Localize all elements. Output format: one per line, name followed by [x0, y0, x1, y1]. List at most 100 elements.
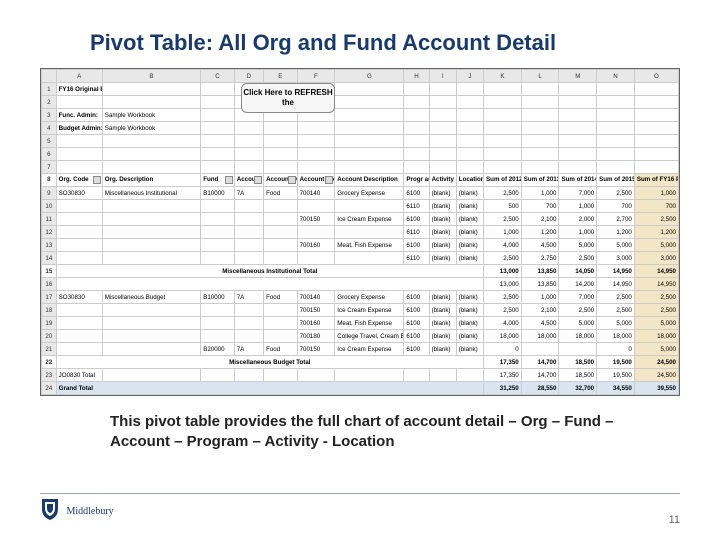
value-cell: 24,500 [634, 369, 678, 382]
value-cell: 7,000 [559, 291, 597, 304]
value-cell: 4,500 [521, 317, 559, 330]
value-cell: 700 [521, 200, 559, 213]
value-cell: 2,500 [484, 213, 522, 226]
col-header: O [634, 70, 678, 83]
table-cell: SO30830 [56, 187, 102, 200]
table-cell: 6100 [404, 343, 429, 356]
pivot-header[interactable]: Account Code [297, 174, 335, 187]
logo-text: Middlebury [66, 506, 113, 517]
table-cell: 6100 [404, 213, 429, 226]
value-cell: 5,000 [634, 239, 678, 252]
table-cell [264, 252, 298, 265]
pivot-header[interactable]: Account Type [234, 174, 263, 187]
value-cell: 1,000 [559, 200, 597, 213]
value-cell: 4,000 [484, 239, 522, 252]
table-cell: Grocery Expense [335, 291, 404, 304]
value-cell: 5,000 [597, 239, 635, 252]
col-header: N [597, 70, 635, 83]
col-header: C [201, 70, 235, 83]
table-cell [264, 330, 298, 343]
table-cell: 6110 [404, 226, 429, 239]
refresh-button[interactable]: Click Here to REFRESH the [241, 83, 335, 113]
value-cell: 3,000 [597, 252, 635, 265]
value-cell: 2,100 [521, 213, 559, 226]
value-cell: 0 [597, 343, 635, 356]
value-cell: 2,000 [559, 213, 597, 226]
pivot-header[interactable]: Fund [201, 174, 235, 187]
pivot-header: Sum of 2014 Year Adjusted [559, 174, 597, 187]
table-cell: 700150 [297, 213, 335, 226]
table-cell: (blank) [456, 343, 483, 356]
value-cell: 2,500 [634, 291, 678, 304]
footer-rule [40, 493, 680, 494]
value-cell: 13,000 [484, 278, 522, 291]
value-cell: 2,500 [484, 252, 522, 265]
table-cell: (blank) [429, 213, 456, 226]
value-cell [559, 343, 597, 356]
pivot-header: Sum of FY16 PROPOSED Budget [634, 174, 678, 187]
table-cell [56, 317, 102, 330]
value-cell: 1,000 [484, 226, 522, 239]
table-cell: (blank) [456, 213, 483, 226]
value-cell: 1,200 [634, 226, 678, 239]
value-cell: 1,000 [521, 187, 559, 200]
table-cell [201, 200, 235, 213]
value-cell: 14,050 [559, 265, 597, 278]
table-cell [297, 252, 335, 265]
pivot-header: Account Description [335, 174, 404, 187]
value-cell: 14,200 [559, 278, 597, 291]
value-cell: 2,100 [521, 304, 559, 317]
value-cell: 14,950 [634, 265, 678, 278]
pivot-header[interactable]: Org. Code [56, 174, 102, 187]
table-cell [335, 200, 404, 213]
value-cell: 18,000 [559, 330, 597, 343]
table-cell [234, 213, 263, 226]
grand-total-label: Grand Total [56, 382, 483, 395]
table-cell: (blank) [429, 304, 456, 317]
table-cell: Ice Cream Expense [335, 343, 404, 356]
table-cell [264, 226, 298, 239]
table-cell [201, 304, 235, 317]
table-cell: (blank) [456, 200, 483, 213]
value-cell: 17,350 [484, 369, 522, 382]
table-cell [234, 239, 263, 252]
table-cell: (blank) [429, 317, 456, 330]
col-header: F [297, 70, 335, 83]
value-cell: 2,500 [597, 304, 635, 317]
pivot-table: ABCDEFGHIJKLMNO1FY16 Original Budget Pro… [41, 69, 679, 395]
table-cell: (blank) [456, 304, 483, 317]
table-cell [234, 304, 263, 317]
value-cell: 2,500 [597, 187, 635, 200]
col-header: M [559, 70, 597, 83]
value-cell: 32,700 [559, 382, 597, 395]
pivot-header[interactable]: Account Descripti [264, 174, 298, 187]
table-cell: Food [264, 291, 298, 304]
table-cell: (blank) [456, 252, 483, 265]
meta-label: FY16 Original Budget Process [56, 83, 102, 96]
table-cell: 6100 [404, 187, 429, 200]
table-cell: JO0830 Total [56, 369, 102, 382]
table-cell: 6100 [404, 291, 429, 304]
value-cell: 3,000 [634, 252, 678, 265]
table-cell: 700140 [297, 187, 335, 200]
pivot-header: Sum of 2015 Original Budget [597, 174, 635, 187]
value-cell: 700 [634, 200, 678, 213]
value-cell: 18,000 [521, 330, 559, 343]
value-cell: 2,500 [484, 187, 522, 200]
col-header: L [521, 70, 559, 83]
table-cell: 7A [234, 291, 263, 304]
value-cell: 5,000 [559, 317, 597, 330]
table-cell: Meat, Fish Expense [335, 317, 404, 330]
value-cell: 18,500 [559, 369, 597, 382]
value-cell: 17,350 [484, 356, 522, 369]
table-cell: (blank) [429, 343, 456, 356]
value-cell: 1,000 [634, 187, 678, 200]
table-cell [335, 369, 404, 382]
value-cell: 1,000 [559, 226, 597, 239]
value-cell: 19,500 [597, 356, 635, 369]
table-cell: 700160 [297, 239, 335, 252]
meta-value [102, 148, 200, 161]
value-cell: 1,000 [521, 291, 559, 304]
table-cell: 6100 [404, 239, 429, 252]
value-cell: 1,200 [521, 226, 559, 239]
